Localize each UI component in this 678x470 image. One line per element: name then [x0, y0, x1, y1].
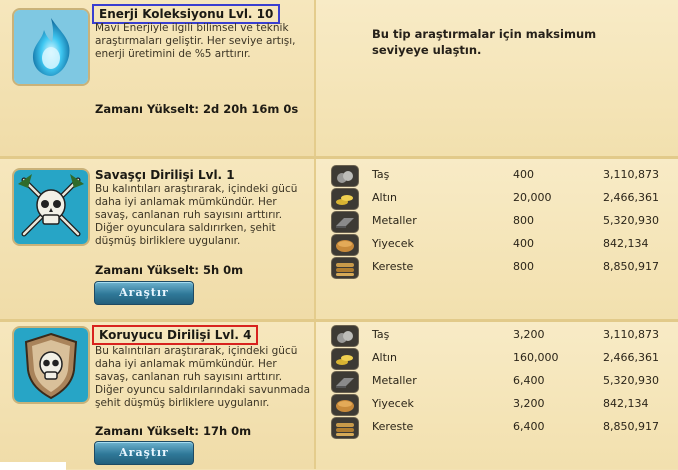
bread-icon — [331, 234, 359, 256]
resource-row-lumber: Kereste 6,400 8,850,917 — [328, 417, 668, 439]
resource-owned: 2,466,361 — [603, 191, 659, 204]
resource-required: 6,400 — [513, 374, 545, 387]
resource-owned: 8,850,917 — [603, 420, 659, 433]
skull-crossed-swords-icon — [12, 168, 90, 246]
resource-owned: 5,320,930 — [603, 374, 659, 387]
resource-name: Taş — [372, 328, 390, 341]
research-button[interactable]: Araştır — [94, 281, 194, 305]
research-title: Koruyucu Dirilişi Lvl. 4 — [91, 325, 259, 345]
resource-name: Metaller — [372, 214, 417, 227]
resource-name: Yiyecek — [372, 397, 414, 410]
resource-name: Taş — [372, 168, 390, 181]
resource-row-stone: Taş 400 3,110,873 — [328, 165, 668, 187]
research-cost-panel — [316, 0, 678, 156]
metal-icon — [331, 371, 359, 393]
resource-name: Kereste — [372, 260, 414, 273]
resource-required: 400 — [513, 168, 534, 181]
resource-owned: 3,110,873 — [603, 328, 659, 341]
max-level-message: Bu tip araştırmalar için maksimum seviye… — [372, 27, 597, 57]
resource-required: 400 — [513, 237, 534, 250]
blue-flame-icon — [12, 8, 90, 86]
resource-row-food: Yiyecek 400 842,134 — [328, 234, 668, 256]
lumber-icon — [331, 257, 359, 279]
lumber-icon — [331, 417, 359, 439]
resource-owned: 3,110,873 — [603, 168, 659, 181]
upgrade-time: Zamanı Yükselt: 2d 20h 16m 0s — [95, 102, 299, 116]
resource-row-metal: Metaller 800 5,320,930 — [328, 211, 668, 233]
stone-icon — [331, 165, 359, 187]
resource-required: 3,200 — [513, 328, 545, 341]
skull-shield-icon — [12, 326, 90, 404]
research-row-guardian: Koruyucu Dirilişi Lvl. 4 Bu kalıntıları … — [0, 322, 678, 469]
resource-name: Kereste — [372, 420, 414, 433]
resource-required: 800 — [513, 214, 534, 227]
metal-icon — [331, 211, 359, 233]
resource-row-gold: Altın 20,000 2,466,361 — [328, 188, 668, 210]
bread-icon — [331, 394, 359, 416]
upgrade-time: Zamanı Yükselt: 5h 0m — [95, 263, 244, 277]
research-row-warrior: Savaşçı Dirilişi Lvl. 1 Bu kalıntıları a… — [0, 159, 678, 319]
resource-owned: 842,134 — [603, 237, 649, 250]
resource-required: 6,400 — [513, 420, 545, 433]
resource-required: 3,200 — [513, 397, 545, 410]
resource-owned: 2,466,361 — [603, 351, 659, 364]
research-title: Savaşçı Dirilişi Lvl. 1 — [95, 168, 235, 182]
resource-required: 20,000 — [513, 191, 552, 204]
resource-row-gold: Altın 160,000 2,466,361 — [328, 348, 668, 370]
resource-required: 800 — [513, 260, 534, 273]
resource-row-metal: Metaller 6,400 5,320,930 — [328, 371, 668, 393]
research-row-energy: Enerji Koleksiyonu Lvl. 10 Mavi Enerjiyl… — [0, 0, 678, 156]
resource-row-food: Yiyecek 3,200 842,134 — [328, 394, 668, 416]
resource-name: Altın — [372, 191, 397, 204]
research-description: Bu kalıntıları araştırarak, içindeki güc… — [95, 345, 310, 409]
resource-owned: 842,134 — [603, 397, 649, 410]
gold-icon — [331, 348, 359, 370]
resource-row-stone: Taş 3,200 3,110,873 — [328, 325, 668, 347]
stone-icon — [331, 325, 359, 347]
research-button[interactable]: Araştır — [94, 441, 194, 465]
resource-owned: 8,850,917 — [603, 260, 659, 273]
resource-name: Altın — [372, 351, 397, 364]
resource-owned: 5,320,930 — [603, 214, 659, 227]
research-title: Enerji Koleksiyonu Lvl. 10 — [91, 4, 281, 24]
resource-name: Yiyecek — [372, 237, 414, 250]
resource-required: 160,000 — [513, 351, 559, 364]
upgrade-time: Zamanı Yükselt: 17h 0m — [95, 424, 252, 438]
resource-name: Metaller — [372, 374, 417, 387]
research-description: Mavi Enerjiyle ilgili bilimsel ve teknik… — [95, 22, 296, 60]
research-description: Bu kalıntıları araştırarak, içindeki güc… — [95, 183, 298, 247]
gold-icon — [331, 188, 359, 210]
resource-row-lumber: Kereste 800 8,850,917 — [328, 257, 668, 279]
